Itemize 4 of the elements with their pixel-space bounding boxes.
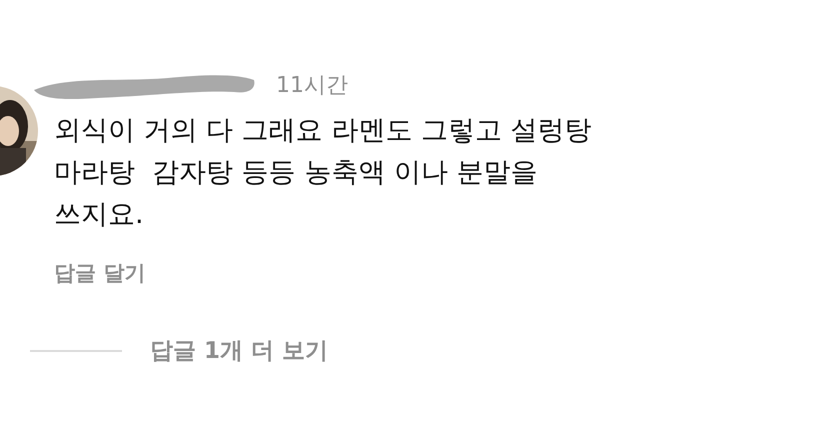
timestamp: 11시간 bbox=[276, 72, 348, 100]
comment-text: 외식이 거의 다 그래요 라멘도 그렇고 설렁탕 마라탕 감자탕 등등 농축액 이나 분말을 쓰지요. bbox=[54, 114, 592, 232]
reply-link[interactable]: 답글 달기 bbox=[54, 258, 146, 290]
view-replies-link[interactable]: 답글 1개 더 보기 bbox=[150, 334, 328, 368]
